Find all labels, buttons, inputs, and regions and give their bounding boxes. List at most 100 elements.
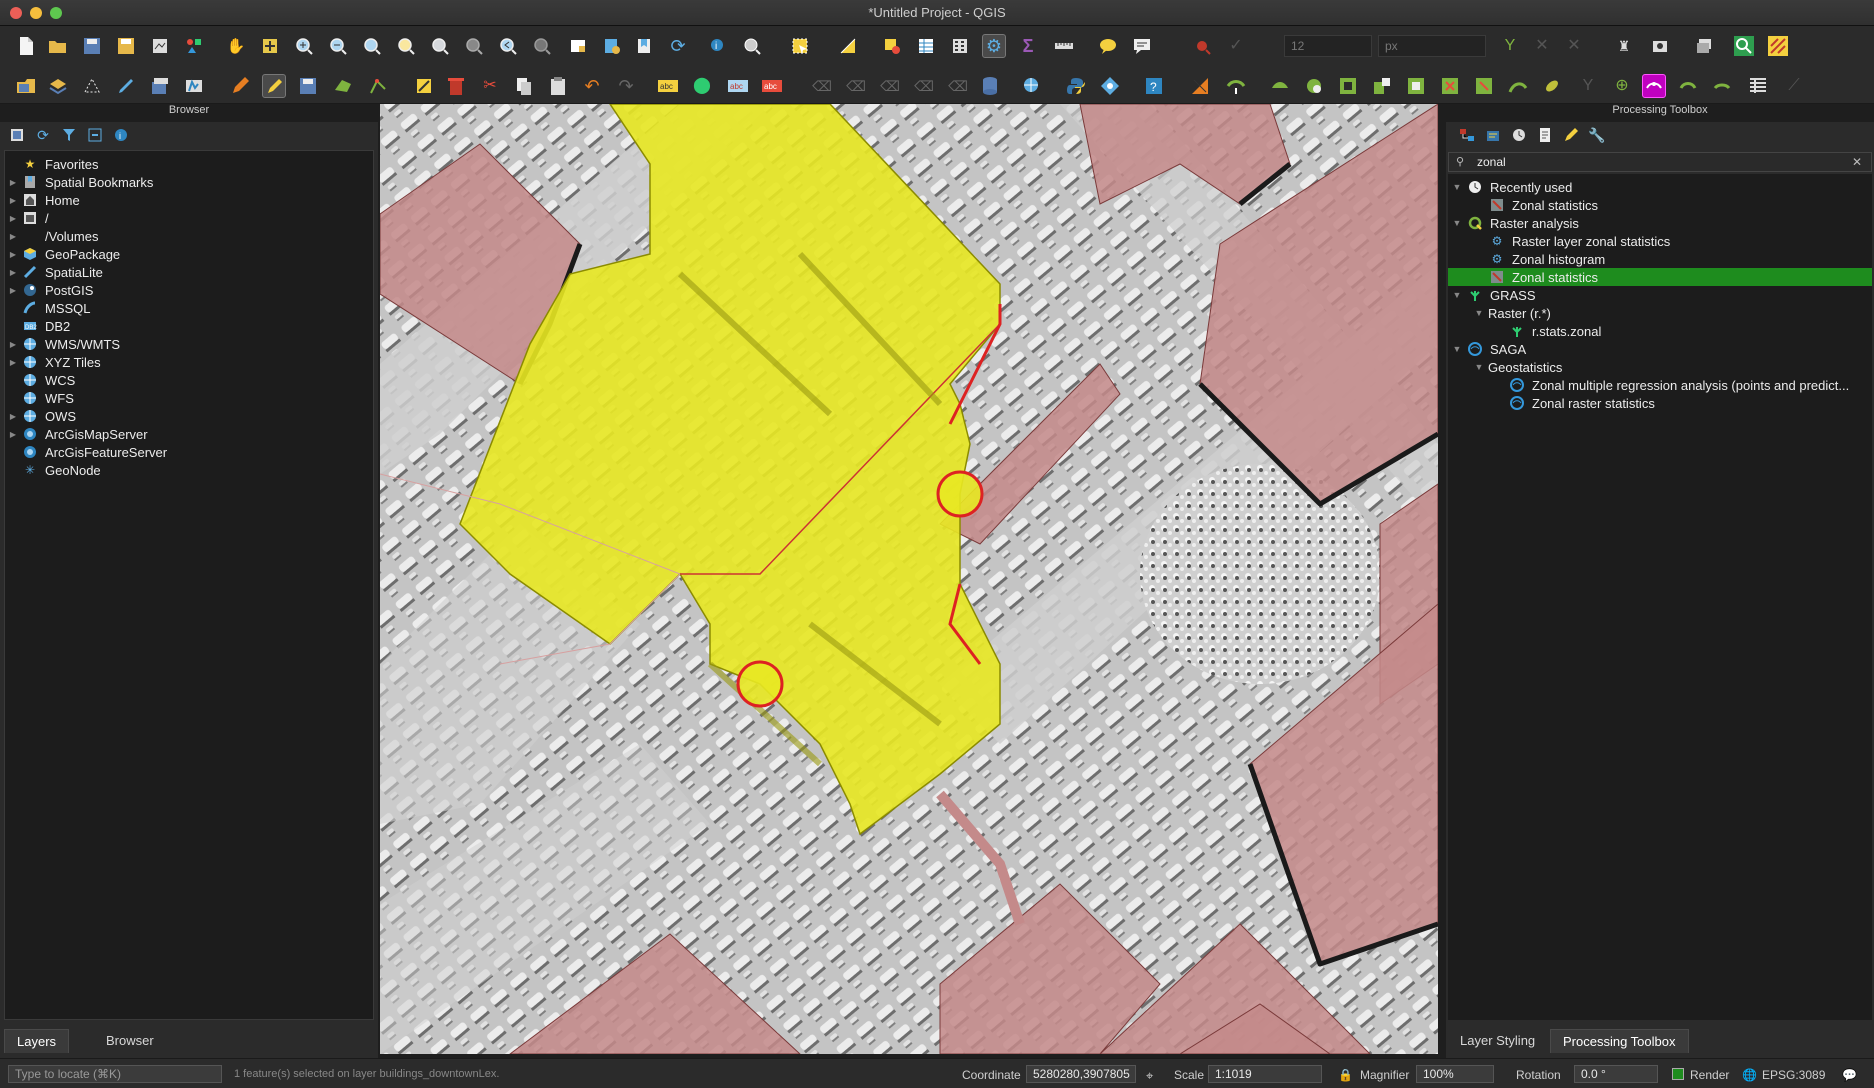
database-icon[interactable] [978, 74, 1002, 98]
messages-icon[interactable]: 💬 [1842, 1068, 1857, 1082]
cut-icon[interactable]: ✂ [478, 74, 502, 98]
undo-icon[interactable]: ↶ [580, 74, 604, 98]
digitize-icon[interactable] [80, 74, 104, 98]
field-calculator-icon[interactable] [948, 34, 972, 58]
browser-item-spatial-bookmarks[interactable]: ▶ Spatial Bookmarks [5, 173, 153, 191]
toolbox-group-grass[interactable]: ▼ GRASS [1448, 286, 1872, 304]
new-map-view-icon[interactable] [566, 34, 590, 58]
collapse-all-icon[interactable] [86, 126, 104, 144]
refresh-browser-icon[interactable]: ⟳ [34, 126, 52, 144]
browser-item-ows[interactable]: ▶ OWS [5, 407, 76, 425]
show-hide-labels-icon[interactable]: abc [726, 74, 750, 98]
toolbox-item-raster-layer-zonal-statistics[interactable]: ⚙ Raster layer zonal statistics [1448, 232, 1872, 250]
split-features-icon[interactable]: Y [1498, 34, 1522, 58]
qgis-cloud-icon[interactable] [1766, 34, 1790, 58]
expand-arrow-icon[interactable]: ▶ [5, 178, 21, 187]
properties-icon[interactable]: i [112, 126, 130, 144]
current-edits-icon[interactable] [14, 74, 38, 98]
browser-item-spatialite[interactable]: ▶ SpatiaLite [5, 263, 103, 281]
attribute-table-icon[interactable] [914, 34, 938, 58]
expand-arrow-icon[interactable]: ▶ [5, 250, 21, 259]
pan-to-selection-icon[interactable] [258, 34, 282, 58]
deselect-icon[interactable] [880, 34, 904, 58]
add-part-icon[interactable] [1370, 74, 1394, 98]
delete-ring-tool-icon[interactable] [1438, 74, 1462, 98]
statistics-icon[interactable]: Σ [1016, 34, 1040, 58]
toggle-extents-icon[interactable]: ⌖ [1146, 1068, 1153, 1084]
coordinate-field[interactable]: 5280280,3907805 [1026, 1065, 1136, 1083]
magnifier-stepper[interactable]: 100% [1416, 1065, 1494, 1083]
expand-arrow-icon[interactable]: ▶ [5, 358, 21, 367]
vector-edit-icon[interactable] [182, 74, 206, 98]
pin-icon[interactable] [1190, 34, 1214, 58]
browser-item-root[interactable]: ▶ / [5, 209, 49, 227]
toolbox-item-zonal-multiple-regression[interactable]: Zonal multiple regression analysis (poin… [1448, 376, 1872, 394]
fill-ring-icon[interactable] [1404, 74, 1428, 98]
open-project-icon[interactable] [46, 34, 70, 58]
map-canvas[interactable] [380, 104, 1438, 1054]
georeferencer-icon[interactable] [1188, 74, 1212, 98]
action-icon[interactable] [740, 34, 764, 58]
tab-processing-toolbox[interactable]: Processing Toolbox [1550, 1029, 1689, 1053]
move-label-icon[interactable]: abc [760, 74, 784, 98]
scale-feature-icon[interactable] [1710, 74, 1734, 98]
delete-part-tool-icon[interactable] [1472, 74, 1496, 98]
label-tool-icon[interactable]: abc [656, 74, 680, 98]
save-edits-icon[interactable] [296, 74, 320, 98]
expand-arrow-icon[interactable]: ▶ [5, 286, 21, 295]
add-ring-icon[interactable] [1336, 74, 1360, 98]
change-label-icon[interactable]: ⌫ [844, 74, 868, 98]
toggle-editing-icon[interactable] [228, 74, 252, 98]
rotate-feature-icon[interactable] [1676, 74, 1700, 98]
zoom-next-icon[interactable] [530, 34, 554, 58]
style-manager-icon[interactable] [182, 34, 206, 58]
refresh-icon[interactable]: ⟳ [666, 34, 690, 58]
toolbox-item-zonal-histogram[interactable]: ⚙ Zonal histogram [1448, 250, 1872, 268]
scripts-icon[interactable] [1484, 126, 1502, 144]
locate-search-input[interactable]: Type to locate (⌘K) [8, 1065, 222, 1083]
offset-tool-icon[interactable] [1540, 74, 1564, 98]
python-icon[interactable] [1064, 74, 1088, 98]
zoom-to-layer-icon[interactable] [428, 34, 452, 58]
collapse-arrow-icon[interactable]: ▼ [1448, 182, 1466, 192]
browser-item-favorites[interactable]: ★ Favorites [5, 155, 99, 173]
redo-icon[interactable]: ↷ [614, 74, 638, 98]
toolbox-group-raster-r[interactable]: ▼ Raster (r.*) [1448, 304, 1872, 322]
select-features-icon[interactable] [788, 34, 812, 58]
reshape-features-icon[interactable] [1506, 74, 1530, 98]
crs-globe-icon[interactable]: 🌐 [1742, 1068, 1757, 1082]
delete-ring-icon[interactable]: ✕ [1562, 34, 1586, 58]
edit-pencil-active-icon[interactable] [262, 74, 286, 98]
collapse-arrow-icon[interactable]: ▼ [1448, 218, 1466, 228]
browser-item-geonode[interactable]: ✳ GeoNode [5, 461, 101, 479]
clear-search-icon[interactable]: ✕ [1852, 155, 1862, 169]
browser-item-home[interactable]: ▶ Home [5, 191, 80, 209]
browser-item-postgis[interactable]: ▶ PostGIS [5, 281, 94, 299]
paste-icon[interactable] [546, 74, 570, 98]
browser-item-wms-wmts[interactable]: ▶ WMS/WMTS [5, 335, 120, 353]
browser-item-xyz-tiles[interactable]: ▶ XYZ Tiles [5, 353, 101, 371]
expand-arrow-icon[interactable]: ▶ [5, 340, 21, 349]
zoom-full-icon[interactable] [360, 34, 384, 58]
highlight-icon[interactable]: ⌫ [912, 74, 936, 98]
expand-arrow-icon[interactable]: ▶ [5, 214, 21, 223]
annotation-icon[interactable] [1130, 34, 1154, 58]
zoom-out-icon[interactable] [326, 34, 350, 58]
browser-item-mssql[interactable]: MSSQL [5, 299, 91, 317]
expand-arrow-icon[interactable]: ▶ [5, 268, 21, 277]
vertex-editor-icon[interactable] [1642, 74, 1666, 98]
zoom-native-icon[interactable] [462, 34, 486, 58]
options-wrench-icon[interactable]: 🔧 [1588, 126, 1606, 144]
select-by-value-icon[interactable] [836, 34, 860, 58]
multi-edit-icon[interactable] [412, 74, 436, 98]
processing-toolbox-icon[interactable]: ⚙ [982, 34, 1006, 58]
collapse-arrow-icon[interactable]: ▼ [1470, 308, 1488, 318]
rotate-label-icon[interactable]: ⌫ [810, 74, 834, 98]
delete-icon[interactable] [444, 74, 468, 98]
toolbox-group-saga[interactable]: ▼ SAGA [1448, 340, 1872, 358]
crs-button[interactable]: EPSG:3089 [1762, 1068, 1825, 1082]
show-bookmarks-icon[interactable] [632, 34, 656, 58]
filter-icon[interactable] [60, 126, 78, 144]
pin-unpin-icon[interactable]: ⌫ [946, 74, 970, 98]
label-icon[interactable]: ✓ [1224, 34, 1248, 58]
